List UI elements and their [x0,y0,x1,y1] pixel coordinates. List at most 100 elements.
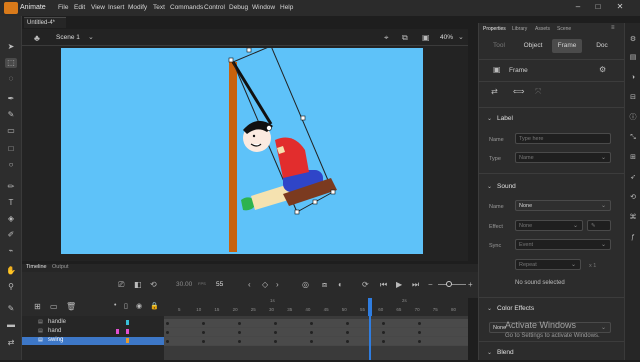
panel-menu-icon[interactable]: ≡ [611,25,615,31]
document-tab[interactable]: Untitled-4* [24,17,66,28]
free-transform-tool-icon[interactable]: ⬚ [5,58,17,68]
color-icon[interactable]: ◑ [628,73,638,83]
shape-tween-icon[interactable]: ⤧ [535,87,541,97]
hand-tool-icon[interactable]: ✋ [5,266,17,276]
center-stage-icon[interactable]: ⌖ [384,33,389,43]
keyframe-dot[interactable] [310,331,313,334]
menu-modify[interactable]: Modify [128,4,147,11]
tab-properties[interactable]: Properties [483,26,506,32]
keyframe-dot[interactable] [238,322,241,325]
keyframe-dot[interactable] [166,340,169,343]
new-layer-icon[interactable]: ⊞ [34,302,41,311]
menu-help[interactable]: Help [280,4,293,11]
keyframe-dot[interactable] [418,340,421,343]
edit-multiple-frames-icon[interactable]: ⧈ [322,280,327,290]
segment-tool[interactable]: Tool [485,39,513,53]
tab-timeline[interactable]: Timeline [26,264,47,270]
keyframe-dot[interactable] [310,340,313,343]
label-name-input[interactable]: Type here [515,133,611,144]
paint-bucket-icon[interactable]: ◈ [5,214,17,224]
eyedropper-tool-icon[interactable]: ✐ [5,230,17,240]
highlight-layer-icon[interactable]: • [114,302,116,309]
outline-layer-icon[interactable]: ▯ [124,302,128,310]
delete-layer-icon[interactable]: 🗑 [66,302,76,311]
onion-skin-icon[interactable]: ◎ [302,280,309,289]
frame-ruler[interactable]: 1s 2s 5 10 15 20 25 30 35 40 45 50 55 60 65 70 75 80 [164,298,468,316]
bone-tool-icon[interactable]: ⌁ [5,246,17,256]
sound-edit-button[interactable]: ✎ [587,220,611,231]
keyframe-dot[interactable] [202,340,205,343]
rectangle-tool-icon[interactable]: □ [5,144,17,154]
history-icon[interactable]: ⟲ [628,193,638,203]
code-snippets-icon[interactable]: ⌘ [628,213,638,223]
menu-view[interactable]: View [91,4,105,11]
selection-tool-icon[interactable]: ➤ [5,42,17,52]
next-keyframe-icon[interactable]: › [276,280,279,289]
fill-color-icon[interactable]: ▬ [5,320,17,330]
keyframe-dot[interactable] [202,331,205,334]
segment-object[interactable]: Object [519,39,547,53]
menu-window[interactable]: Window [252,4,275,11]
layer-row-hand[interactable]: ▤ hand [22,328,164,336]
current-frame[interactable]: 55 [216,281,223,288]
properties-icon[interactable]: ⚙ [628,35,638,45]
sound-repeat-count[interactable]: x 1 [589,263,596,269]
timeline-zoom-knob[interactable] [446,281,452,287]
pen-tool-icon[interactable]: ✒ [5,94,17,104]
lock-icon[interactable]: 🔒 [150,302,159,310]
menu-edit[interactable]: Edit [74,4,85,11]
chevron-down-icon[interactable]: ⌄ [487,305,492,312]
layer-row-empty[interactable] [22,346,164,354]
library-icon[interactable]: ▤ [628,53,638,63]
motion-presets-icon[interactable]: ➶ [628,173,638,183]
insert-keyframe-icon[interactable]: ◇ [262,280,268,289]
sound-effect-select[interactable]: None ⌄ [515,220,583,231]
layer-depth-icon[interactable]: ◧ [134,280,142,289]
stage[interactable] [61,45,423,254]
stage-view-icon[interactable]: ▣ [422,33,430,42]
keyframe-dot[interactable] [346,331,349,334]
step-back-icon[interactable]: ⏮ [380,280,387,290]
menu-commands[interactable]: Commands [170,4,203,11]
keyframe-dot[interactable] [346,340,349,343]
chevron-down-icon[interactable]: ⌄ [487,115,492,122]
transform-icon[interactable]: ⤡ [628,133,638,143]
oval-tool-icon[interactable]: ○ [5,160,17,170]
align-icon[interactable]: ⊟ [628,93,638,103]
timeline-zoom-slider[interactable] [438,284,466,285]
scene-label[interactable]: Scene 1 [56,34,80,41]
brush-tool-icon[interactable]: ✎ [5,110,17,120]
keyframe-dot[interactable] [166,322,169,325]
keyframe-dot[interactable] [346,322,349,325]
keyframe-dot[interactable] [418,322,421,325]
frame-settings-icon[interactable]: ⚙ [599,65,606,74]
actions-icon[interactable]: ƒ [628,233,638,243]
keyframe-dot[interactable] [418,331,421,334]
keyframe-dot[interactable] [166,331,169,334]
layer-row-swing[interactable]: ▤ swing [22,337,164,345]
keyframe-dot[interactable] [382,331,385,334]
stroke-color-icon[interactable]: ✎ [5,304,17,314]
chevron-down-icon[interactable]: ⌄ [487,183,492,190]
components-icon[interactable]: ⊞ [628,153,638,163]
zoom-out-icon[interactable]: − [428,280,433,289]
prev-keyframe-icon[interactable]: ‹ [248,280,251,289]
swap-colors-icon[interactable]: ⇄ [5,338,17,348]
tab-output[interactable]: Output [52,264,69,270]
tab-scene[interactable]: Scene [557,26,571,32]
classic-tween-icon[interactable]: ⟺ [513,87,524,96]
chevron-down-icon[interactable]: ⌄ [88,33,94,41]
zoom-tool-icon[interactable]: ⚲ [5,282,17,292]
keyframe-dot[interactable] [202,322,205,325]
tab-assets[interactable]: Assets [535,26,550,32]
info-icon[interactable]: ⓘ [628,113,638,123]
segment-doc[interactable]: Doc [588,39,616,53]
eraser-tool-icon[interactable]: ▭ [5,126,17,136]
menu-control[interactable]: Control [204,4,225,11]
keyframe-dot[interactable] [274,331,277,334]
sound-name-select[interactable]: None ⌄ [515,200,611,211]
sound-sync-select[interactable]: Event ⌄ [515,239,611,250]
keyframe-dot[interactable] [238,340,241,343]
sync-icon[interactable]: ⟲ [150,280,157,289]
step-forward-icon[interactable]: ⏭ [412,280,419,290]
